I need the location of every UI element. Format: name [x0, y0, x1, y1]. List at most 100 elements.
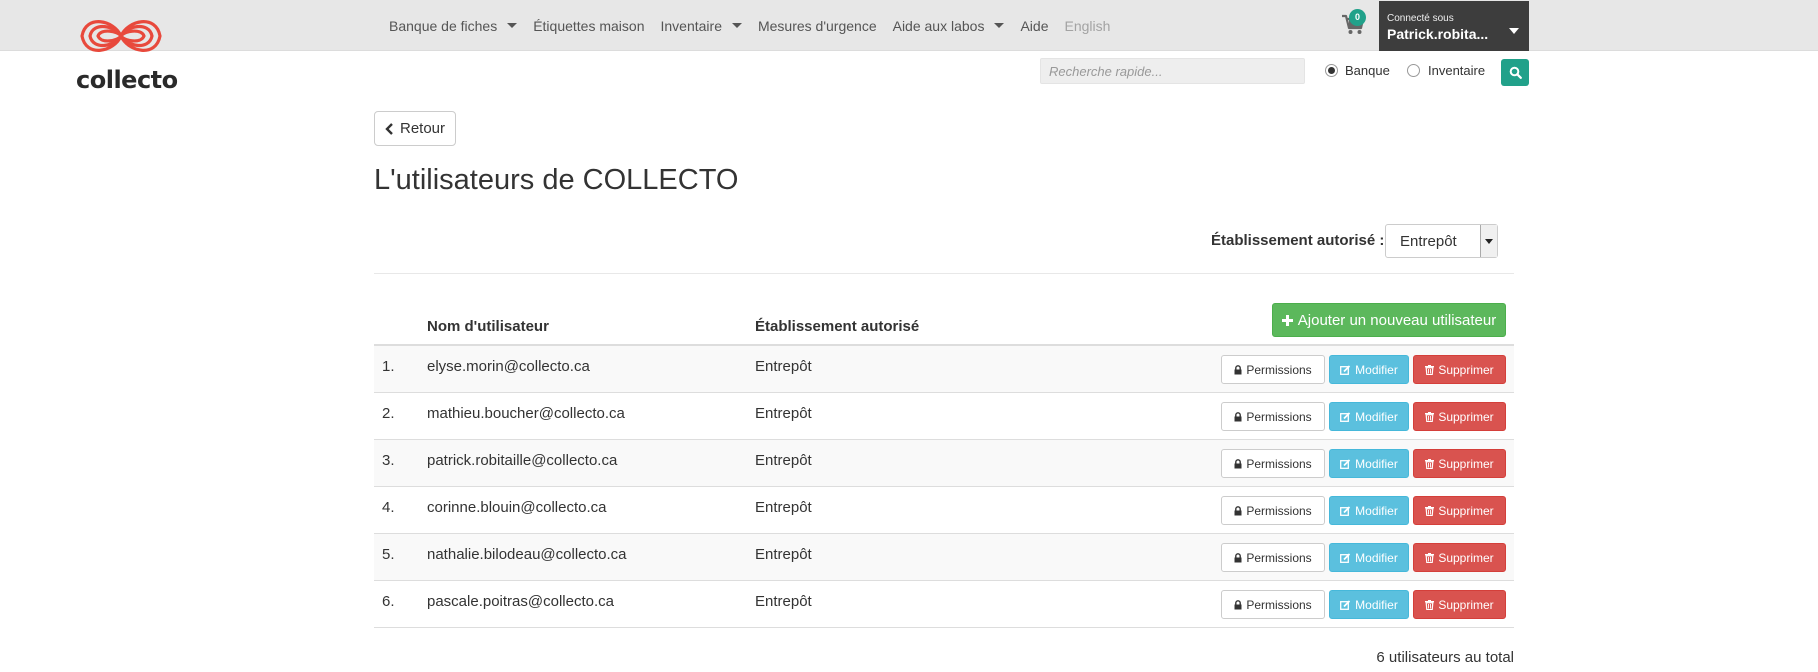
- delete-button[interactable]: Supprimer: [1413, 590, 1506, 619]
- delete-button[interactable]: Supprimer: [1413, 402, 1506, 431]
- search-icon: [1509, 66, 1522, 79]
- establishment-select-value: Entrepôt: [1400, 233, 1457, 250]
- permissions-button[interactable]: Permissions: [1221, 355, 1325, 384]
- nav-item-banque-de-fiches[interactable]: Banque de fiches: [381, 0, 525, 51]
- table-row: 2. mathieu.boucher@collecto.ca Entrepôt Per…: [374, 393, 1514, 440]
- modify-button[interactable]: Modifier: [1329, 496, 1409, 525]
- user-name: Patrick.robita...: [1387, 26, 1489, 42]
- column-header-username: Nom d'utilisateur: [427, 318, 549, 335]
- row-establishment: Entrepôt: [755, 405, 812, 422]
- nav-item-label: Aide: [1020, 17, 1049, 34]
- nav-item-aide[interactable]: Aide: [1012, 0, 1056, 51]
- modify-button-label: Modifier: [1355, 409, 1398, 424]
- back-button-label: Retour: [399, 120, 446, 137]
- modify-button[interactable]: Modifier: [1329, 355, 1409, 384]
- modify-button[interactable]: Modifier: [1329, 402, 1409, 431]
- modify-button[interactable]: Modifier: [1329, 543, 1409, 572]
- row-number: 4.: [382, 499, 395, 516]
- permissions-button-label: Permissions: [1246, 362, 1312, 377]
- row-number: 3.: [382, 452, 395, 469]
- lock-icon: [1234, 599, 1242, 609]
- row-establishment: Entrepôt: [755, 546, 812, 563]
- nav-item-english[interactable]: English: [1056, 0, 1118, 51]
- quick-search-input[interactable]: [1040, 58, 1305, 84]
- nav-item-label: Aide aux labos: [892, 17, 985, 34]
- caret-down-icon: [994, 23, 1005, 28]
- edit-icon: [1340, 364, 1351, 375]
- brand-logo[interactable]: collecto: [74, 6, 178, 94]
- filter-label: Établissement autorisé :: [1211, 232, 1385, 249]
- edit-icon: [1340, 505, 1351, 516]
- lock-icon: [1234, 364, 1242, 374]
- row-establishment: Entrepôt: [755, 452, 812, 469]
- back-button[interactable]: Retour: [374, 111, 456, 146]
- nav-item-label: English: [1064, 17, 1111, 34]
- plus-icon: [1281, 314, 1293, 326]
- search-button[interactable]: [1501, 59, 1529, 86]
- delete-button-label: Supprimer: [1438, 550, 1494, 565]
- radio-inventaire[interactable]: [1407, 64, 1420, 77]
- logo-infinity-icon: [80, 20, 162, 52]
- divider: [374, 273, 1514, 274]
- row-username: patrick.robitaille@collecto.ca: [427, 452, 618, 469]
- row-username: pascale.poitras@collecto.ca: [427, 593, 614, 610]
- cart-count-badge: 0: [1349, 9, 1366, 26]
- table-row: 1. elyse.morin@collecto.ca Entrepôt Permiss…: [374, 346, 1514, 393]
- modify-button-label: Modifier: [1355, 503, 1398, 518]
- select-arrow-icon: [1480, 225, 1497, 257]
- delete-button-label: Supprimer: [1438, 409, 1494, 424]
- total-count: 6 utilisateurs au total: [1376, 649, 1514, 666]
- radio-banque[interactable]: [1325, 64, 1338, 77]
- trash-icon: [1425, 505, 1435, 516]
- caret-down-icon: [1509, 28, 1519, 34]
- row-number: 6.: [382, 593, 395, 610]
- trash-icon: [1425, 552, 1435, 563]
- nav-item-label: Étiquettes maison: [533, 17, 645, 34]
- page-title: L'utilisateurs de COLLECTO: [374, 164, 739, 196]
- delete-button-label: Supprimer: [1438, 456, 1494, 471]
- edit-icon: [1340, 599, 1351, 610]
- modify-button-label: Modifier: [1355, 597, 1398, 612]
- delete-button[interactable]: Supprimer: [1413, 496, 1506, 525]
- nav-item-aide-aux-labos[interactable]: Aide aux labos: [885, 0, 1013, 51]
- delete-button-label: Supprimer: [1438, 362, 1494, 377]
- row-username: mathieu.boucher@collecto.ca: [427, 405, 625, 422]
- row-establishment: Entrepôt: [755, 499, 812, 516]
- trash-icon: [1425, 411, 1435, 422]
- main-nav: Banque de fiches Étiquettes maison Inven…: [381, 0, 1118, 51]
- nav-item-inventaire[interactable]: Inventaire: [653, 0, 750, 51]
- delete-button[interactable]: Supprimer: [1413, 355, 1506, 384]
- row-number: 5.: [382, 546, 395, 563]
- lock-icon: [1234, 505, 1242, 515]
- user-menu[interactable]: Connecté sous Patrick.robita...: [1379, 1, 1529, 51]
- nav-item-etiquettes-maison[interactable]: Étiquettes maison: [525, 0, 652, 51]
- establishment-select[interactable]: Entrepôt: [1385, 224, 1498, 258]
- table-row: 6. pascale.poitras@collecto.ca Entrepôt Per…: [374, 581, 1514, 628]
- lock-icon: [1234, 458, 1242, 468]
- row-number: 2.: [382, 405, 395, 422]
- permissions-button-label: Permissions: [1246, 550, 1312, 565]
- permissions-button-label: Permissions: [1246, 409, 1312, 424]
- permissions-button-label: Permissions: [1246, 597, 1312, 612]
- edit-icon: [1340, 411, 1351, 422]
- row-username: nathalie.bilodeau@collecto.ca: [427, 546, 627, 563]
- delete-button[interactable]: Supprimer: [1413, 543, 1506, 572]
- permissions-button[interactable]: Permissions: [1221, 590, 1325, 619]
- modify-button[interactable]: Modifier: [1329, 449, 1409, 478]
- modify-button[interactable]: Modifier: [1329, 590, 1409, 619]
- delete-button[interactable]: Supprimer: [1413, 449, 1506, 478]
- chevron-left-icon: [385, 122, 393, 135]
- permissions-button[interactable]: Permissions: [1221, 496, 1325, 525]
- modify-button-label: Modifier: [1355, 456, 1398, 471]
- permissions-button[interactable]: Permissions: [1221, 449, 1325, 478]
- delete-button-label: Supprimer: [1438, 597, 1494, 612]
- permissions-button[interactable]: Permissions: [1221, 543, 1325, 572]
- nav-item-mesures-urgence[interactable]: Mesures d'urgence: [750, 0, 885, 51]
- permissions-button[interactable]: Permissions: [1221, 402, 1325, 431]
- table-row: 4. corinne.blouin@collecto.ca Entrepôt Perm…: [374, 487, 1514, 534]
- column-header-establishment: Établissement autorisé: [755, 318, 920, 335]
- permissions-button-label: Permissions: [1246, 503, 1312, 518]
- add-user-button[interactable]: Ajouter un nouveau utilisateur: [1272, 303, 1506, 337]
- nav-item-label: Inventaire: [660, 17, 722, 34]
- logged-in-label: Connecté sous: [1387, 13, 1454, 24]
